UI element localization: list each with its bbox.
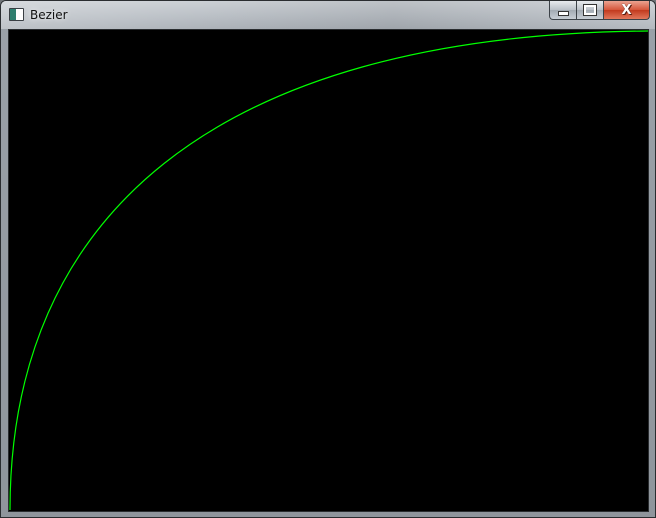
close-icon: X [621, 2, 632, 18]
minimize-icon [557, 10, 569, 16]
close-button[interactable]: X [604, 1, 650, 20]
maximize-icon [583, 4, 597, 16]
bezier-curve [9, 30, 648, 511]
caption-buttons: X [549, 1, 650, 21]
bezier-curve-svg [9, 30, 648, 511]
minimize-button[interactable] [549, 1, 577, 20]
app-window: Bezier X [0, 0, 656, 518]
application-icon[interactable] [9, 8, 24, 21]
drawing-canvas[interactable] [8, 29, 649, 512]
window-title: Bezier [30, 8, 68, 22]
title-bar[interactable]: Bezier X [1, 1, 655, 29]
maximize-button[interactable] [577, 1, 604, 20]
